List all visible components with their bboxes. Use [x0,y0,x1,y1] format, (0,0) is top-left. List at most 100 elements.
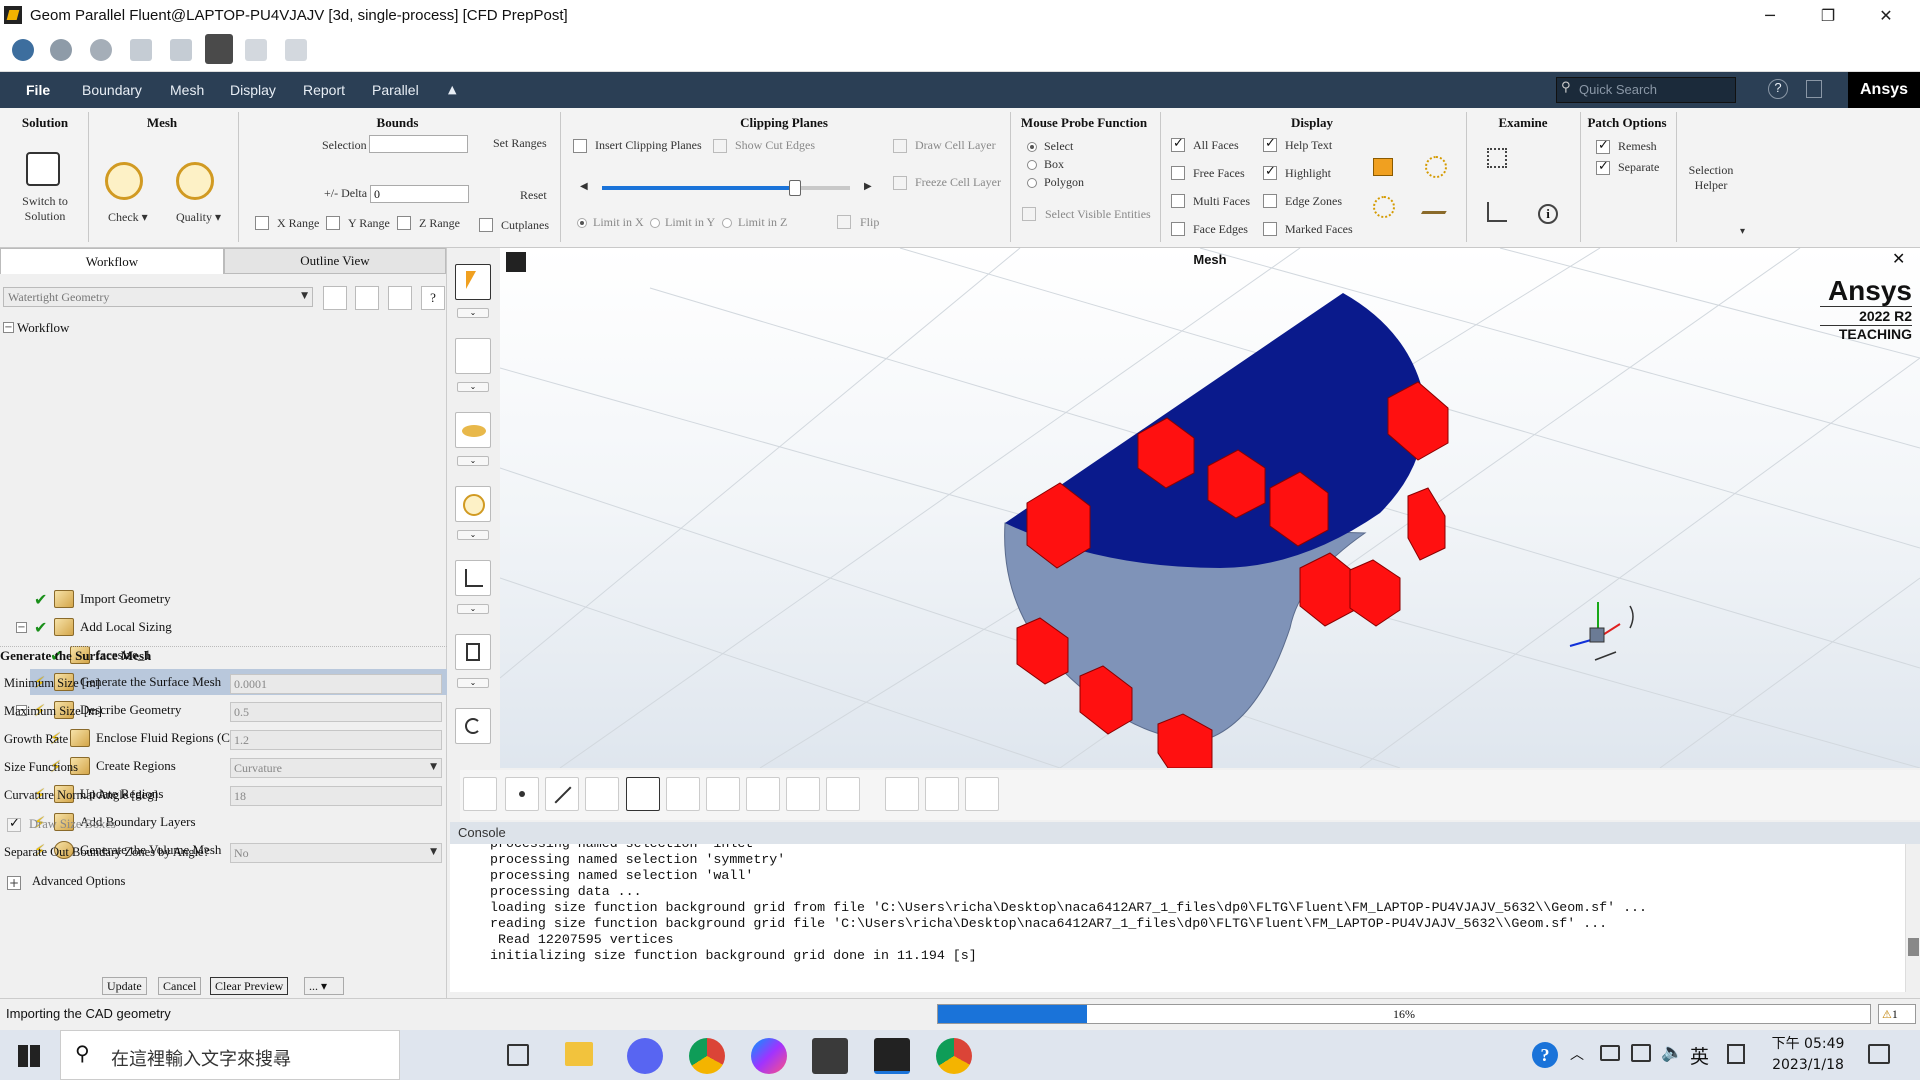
collapse-ribbon-icon[interactable]: ▲ [448,83,456,96]
menu-report[interactable]: Report [303,82,345,98]
warnings-button[interactable]: ⚠1 [1878,1004,1916,1024]
tab-workflow[interactable]: Workflow [0,248,224,274]
task-add-local-sizing[interactable]: ✔ Add Local Sizing [34,614,172,640]
chrome-icon[interactable] [689,1038,725,1074]
rotate-view-icon[interactable] [455,708,491,744]
tab-outline-view[interactable]: Outline View [224,248,446,274]
draw-cell-layer-checkbox[interactable] [893,139,907,153]
free-faces-checkbox[interactable] [1171,166,1185,180]
chrome-profile-icon[interactable] [936,1038,972,1074]
menu-display[interactable]: Display [230,82,276,98]
edge-zones-checkbox[interactable] [1263,194,1277,208]
display-cells-icon[interactable] [1373,196,1395,218]
task-import-geometry[interactable]: ✔ Import Geometry [34,586,171,612]
axis-triad[interactable] [1569,602,1634,661]
messenger-icon[interactable] [751,1038,787,1074]
limit-x-radio[interactable] [577,218,587,228]
workflow-type-select[interactable]: Watertight Geometry ▼ [3,287,313,307]
clipping-slider-track[interactable] [602,180,850,196]
menu-file[interactable]: File [26,82,50,98]
help-icon[interactable]: ? [1768,79,1788,99]
collapse-local-sizing-icon[interactable]: − [16,622,27,633]
display-mode-icon[interactable] [455,412,491,448]
settings-icon[interactable] [285,39,307,61]
y-range-checkbox[interactable] [326,216,340,230]
slider-left-icon[interactable]: ◀ [580,181,588,192]
min-size-field[interactable]: 0.0001 [230,674,442,694]
write-case-icon[interactable] [90,39,112,61]
show-cut-edges-checkbox[interactable] [713,139,727,153]
draw-size-boxes-checkbox[interactable] [7,816,21,832]
close-button[interactable]: ✕ [1858,0,1914,30]
selection-helper-button[interactable]: Selection Helper [1686,163,1736,193]
clipping-slider-handle[interactable] [789,180,802,196]
windows-start-icon[interactable] [18,1045,40,1067]
layout-list-icon[interactable] [1806,80,1822,98]
more-options-button[interactable]: ... ▾ [304,977,344,995]
file-explorer-icon[interactable] [565,1042,593,1066]
select-surface-icon[interactable] [626,777,660,811]
selection-input[interactable] [369,135,468,153]
marked-faces-checkbox[interactable] [1263,222,1277,236]
notifications-icon[interactable] [1868,1044,1890,1064]
display-more-icon[interactable]: ⌄ [457,456,489,466]
highlight-checkbox[interactable] [1263,164,1277,180]
face-edges-checkbox[interactable] [1171,222,1185,236]
info-icon[interactable]: i [1538,204,1558,224]
remesh-checkbox[interactable] [1596,138,1610,154]
display-tray-icon[interactable] [1631,1044,1651,1062]
open-folder-icon[interactable] [323,286,347,310]
collapse-workflow-icon[interactable]: − [3,322,14,333]
pointer-tool-icon[interactable] [455,264,491,300]
select-object-icon[interactable] [885,777,919,811]
splitter[interactable] [0,646,447,647]
switch-to-solution-button[interactable]: Switch to Solution [8,194,82,224]
freeze-cell-layer-checkbox[interactable] [893,176,907,190]
clear-preview-button[interactable]: Clear Preview [210,977,289,995]
separate-checkbox[interactable] [1596,159,1610,175]
examine-axes-icon[interactable] [1487,202,1507,222]
axes-more-icon[interactable]: ⌄ [457,604,489,614]
graphics-viewport[interactable]: ✕ Ansys 2022 R2 TEACHING [500,248,1920,768]
network-icon[interactable] [1600,1045,1620,1061]
console-scroll-thumb[interactable] [1908,938,1919,956]
mesh-view-icon[interactable] [455,486,491,522]
reset-button[interactable]: Reset [520,188,547,203]
clock[interactable]: 下午 05:49 2023/1/18 [1768,1034,1848,1076]
workbench-taskbar-icon[interactable] [812,1038,848,1074]
expand-advanced-icon[interactable]: + [7,876,21,890]
restore-button[interactable]: ❐ [1800,0,1856,30]
select-axis-icon[interactable] [463,777,497,811]
cutplanes-checkbox[interactable] [479,218,493,232]
z-range-checkbox[interactable] [397,216,411,230]
help-tray-icon[interactable]: ? [1532,1042,1558,1068]
layout-icon[interactable] [245,39,267,61]
workflow-root[interactable]: Workflow [17,315,69,341]
tray-expand-icon[interactable]: ︿ [1570,1044,1584,1064]
select-zone-icon[interactable] [706,777,740,811]
display-faces-icon[interactable] [1373,158,1393,176]
select-nodes-icon[interactable] [746,777,780,811]
curvature-angle-field[interactable]: 18 [230,786,442,806]
probe-polygon-radio[interactable] [1027,178,1037,188]
select-face-icon[interactable] [585,777,619,811]
examine-bounds-icon[interactable] [1487,148,1507,168]
quality-icon[interactable] [176,162,214,200]
display-pen-icon[interactable] [1420,200,1454,214]
fit-more-icon[interactable]: ⌄ [457,382,489,392]
help-text-checkbox[interactable] [1263,136,1277,152]
select-body-icon[interactable] [666,777,700,811]
ansys-logo-button[interactable]: Ansys [1848,72,1920,108]
refresh-icon[interactable] [388,286,412,310]
update-button[interactable]: Update [102,977,147,995]
discord-icon[interactable] [627,1038,663,1074]
console-scrollbar[interactable] [1905,844,1920,992]
x-range-checkbox[interactable] [255,216,269,230]
check-icon[interactable] [105,162,143,200]
menu-parallel[interactable]: Parallel [372,82,419,98]
select-visible-checkbox[interactable] [1022,207,1036,221]
pointer-more-icon[interactable]: ⌄ [457,308,489,318]
switch-to-solution-icon[interactable] [26,152,60,186]
slider-right-icon[interactable]: ▶ [864,181,872,192]
limit-z-radio[interactable] [722,218,732,228]
